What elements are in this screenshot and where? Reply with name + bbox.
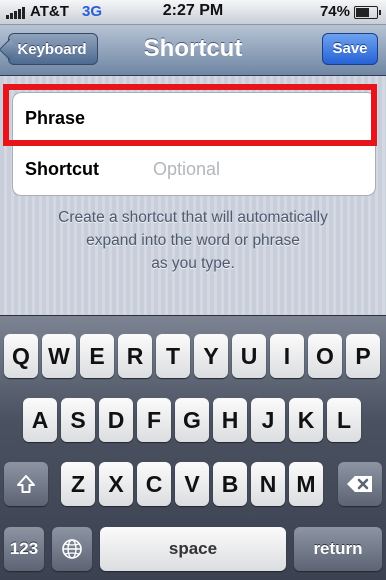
battery-percent: 74% bbox=[319, 3, 350, 20]
help-line-1: Create a shortcut that will automaticall… bbox=[58, 209, 328, 226]
shortcut-form: Phrase Shortcut bbox=[12, 92, 376, 196]
shortcut-input[interactable] bbox=[153, 157, 363, 181]
key-s[interactable]: S bbox=[61, 398, 95, 442]
shift-arrow-icon bbox=[17, 475, 35, 493]
return-key[interactable]: return bbox=[294, 527, 382, 571]
status-bar: AT&T 3G 2:27 PM 74% bbox=[0, 0, 386, 25]
battery-fill bbox=[356, 8, 370, 17]
key-p[interactable]: P bbox=[346, 334, 380, 378]
key-d[interactable]: D bbox=[99, 398, 133, 442]
battery-icon bbox=[354, 6, 381, 19]
space-key[interactable]: space bbox=[100, 527, 286, 571]
key-g[interactable]: G bbox=[175, 398, 209, 442]
key-x[interactable]: X bbox=[99, 462, 133, 506]
key-i[interactable]: I bbox=[270, 334, 304, 378]
numbers-key[interactable]: 123 bbox=[4, 527, 44, 571]
globe-icon bbox=[62, 539, 82, 559]
key-n[interactable]: N bbox=[251, 462, 285, 506]
phrase-label: Phrase bbox=[25, 108, 86, 128]
key-c[interactable]: C bbox=[137, 462, 171, 506]
key-q[interactable]: Q bbox=[4, 334, 38, 378]
key-r[interactable]: R bbox=[118, 334, 152, 378]
help-line-3: as you type. bbox=[151, 255, 235, 272]
key-e[interactable]: E bbox=[80, 334, 114, 378]
key-f[interactable]: F bbox=[137, 398, 171, 442]
key-k[interactable]: K bbox=[289, 398, 323, 442]
key-z[interactable]: Z bbox=[61, 462, 95, 506]
key-t[interactable]: T bbox=[156, 334, 190, 378]
phrase-row[interactable]: Phrase bbox=[13, 93, 375, 143]
key-u[interactable]: U bbox=[232, 334, 266, 378]
phrase-input[interactable] bbox=[153, 106, 363, 130]
backspace-icon bbox=[347, 476, 372, 492]
shift-key[interactable] bbox=[4, 462, 48, 506]
help-line-2: expand into the word or phrase bbox=[86, 232, 300, 249]
key-y[interactable]: Y bbox=[194, 334, 228, 378]
save-button[interactable]: Save bbox=[322, 33, 378, 65]
help-text: Create a shortcut that will automaticall… bbox=[20, 206, 366, 275]
globe-key[interactable] bbox=[52, 527, 92, 571]
key-h[interactable]: H bbox=[213, 398, 247, 442]
navigation-bar: Keyboard Shortcut Save bbox=[0, 25, 386, 76]
key-j[interactable]: J bbox=[251, 398, 285, 442]
key-l[interactable]: L bbox=[327, 398, 361, 442]
key-m[interactable]: M bbox=[289, 462, 323, 506]
key-b[interactable]: B bbox=[213, 462, 247, 506]
shortcut-row[interactable]: Shortcut bbox=[13, 144, 375, 194]
content-area: Phrase Shortcut Create a shortcut that w… bbox=[0, 76, 386, 330]
key-a[interactable]: A bbox=[23, 398, 57, 442]
shortcut-label: Shortcut bbox=[25, 159, 99, 179]
key-o[interactable]: O bbox=[308, 334, 342, 378]
keyboard: Q W E R T Y U I O P A S D F G H J K L Z … bbox=[0, 315, 386, 580]
key-v[interactable]: V bbox=[175, 462, 209, 506]
delete-key[interactable] bbox=[338, 462, 382, 506]
key-w[interactable]: W bbox=[42, 334, 76, 378]
